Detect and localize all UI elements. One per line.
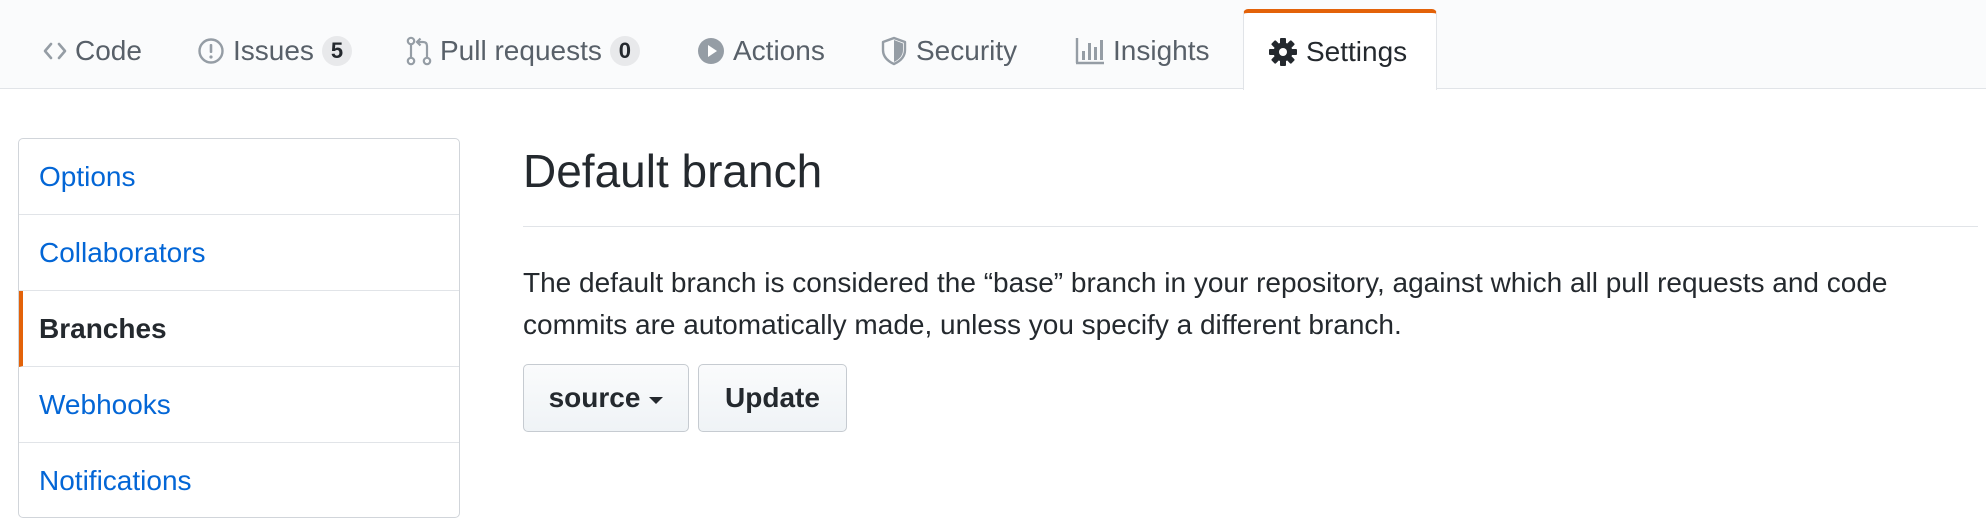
default-branch-description: The default branch is considered the “ba… (523, 267, 1888, 340)
tab-security[interactable]: Security (880, 12, 1017, 89)
tab-actions[interactable]: Actions (697, 12, 825, 89)
issues-count-badge: 5 (321, 35, 352, 66)
tab-label: Issues (233, 34, 314, 66)
pull-requests-count-badge: 0 (609, 35, 640, 66)
tab-label: Settings (1306, 35, 1408, 67)
sidebar-item-branches[interactable]: Branches (19, 291, 459, 367)
issue-opened-icon (197, 37, 225, 65)
tab-pull-requests[interactable]: Pull requests 0 (406, 12, 640, 89)
tab-label: Pull requests (440, 34, 602, 66)
page-title: Default branch (523, 145, 823, 197)
sidebar-item-notifications[interactable]: Notifications (19, 443, 459, 517)
git-pull-request-icon (406, 36, 432, 66)
play-icon (697, 37, 725, 65)
update-button[interactable]: Update (698, 364, 847, 432)
code-icon (43, 41, 67, 61)
sidebar-item-webhooks[interactable]: Webhooks (19, 367, 459, 443)
branch-select-button[interactable]: source (523, 364, 689, 432)
tab-label: Actions (733, 34, 825, 66)
tab-label: Code (75, 34, 142, 66)
shield-icon (880, 36, 908, 66)
tab-insights[interactable]: Insights (1075, 12, 1210, 89)
sidebar-item-options[interactable]: Options (19, 139, 459, 215)
tab-label: Security (916, 34, 1018, 66)
branch-select-label: source (548, 382, 641, 413)
caret-down-icon (649, 396, 664, 404)
repo-nav-tabs: Code Issues 5 Pull requests 0 Actions Se… (0, 0, 1986, 90)
graph-icon (1075, 37, 1105, 65)
settings-sidebar: Options Collaborators Branches Webhooks … (18, 138, 460, 518)
gear-icon (1268, 37, 1298, 67)
sidebar-item-collaborators[interactable]: Collaborators (19, 215, 459, 291)
tab-settings[interactable]: Settings (1243, 9, 1437, 90)
tab-code[interactable]: Code (43, 12, 142, 89)
heading-divider (523, 226, 1978, 227)
tab-label: Insights (1113, 34, 1210, 66)
tab-issues[interactable]: Issues 5 (197, 12, 352, 89)
